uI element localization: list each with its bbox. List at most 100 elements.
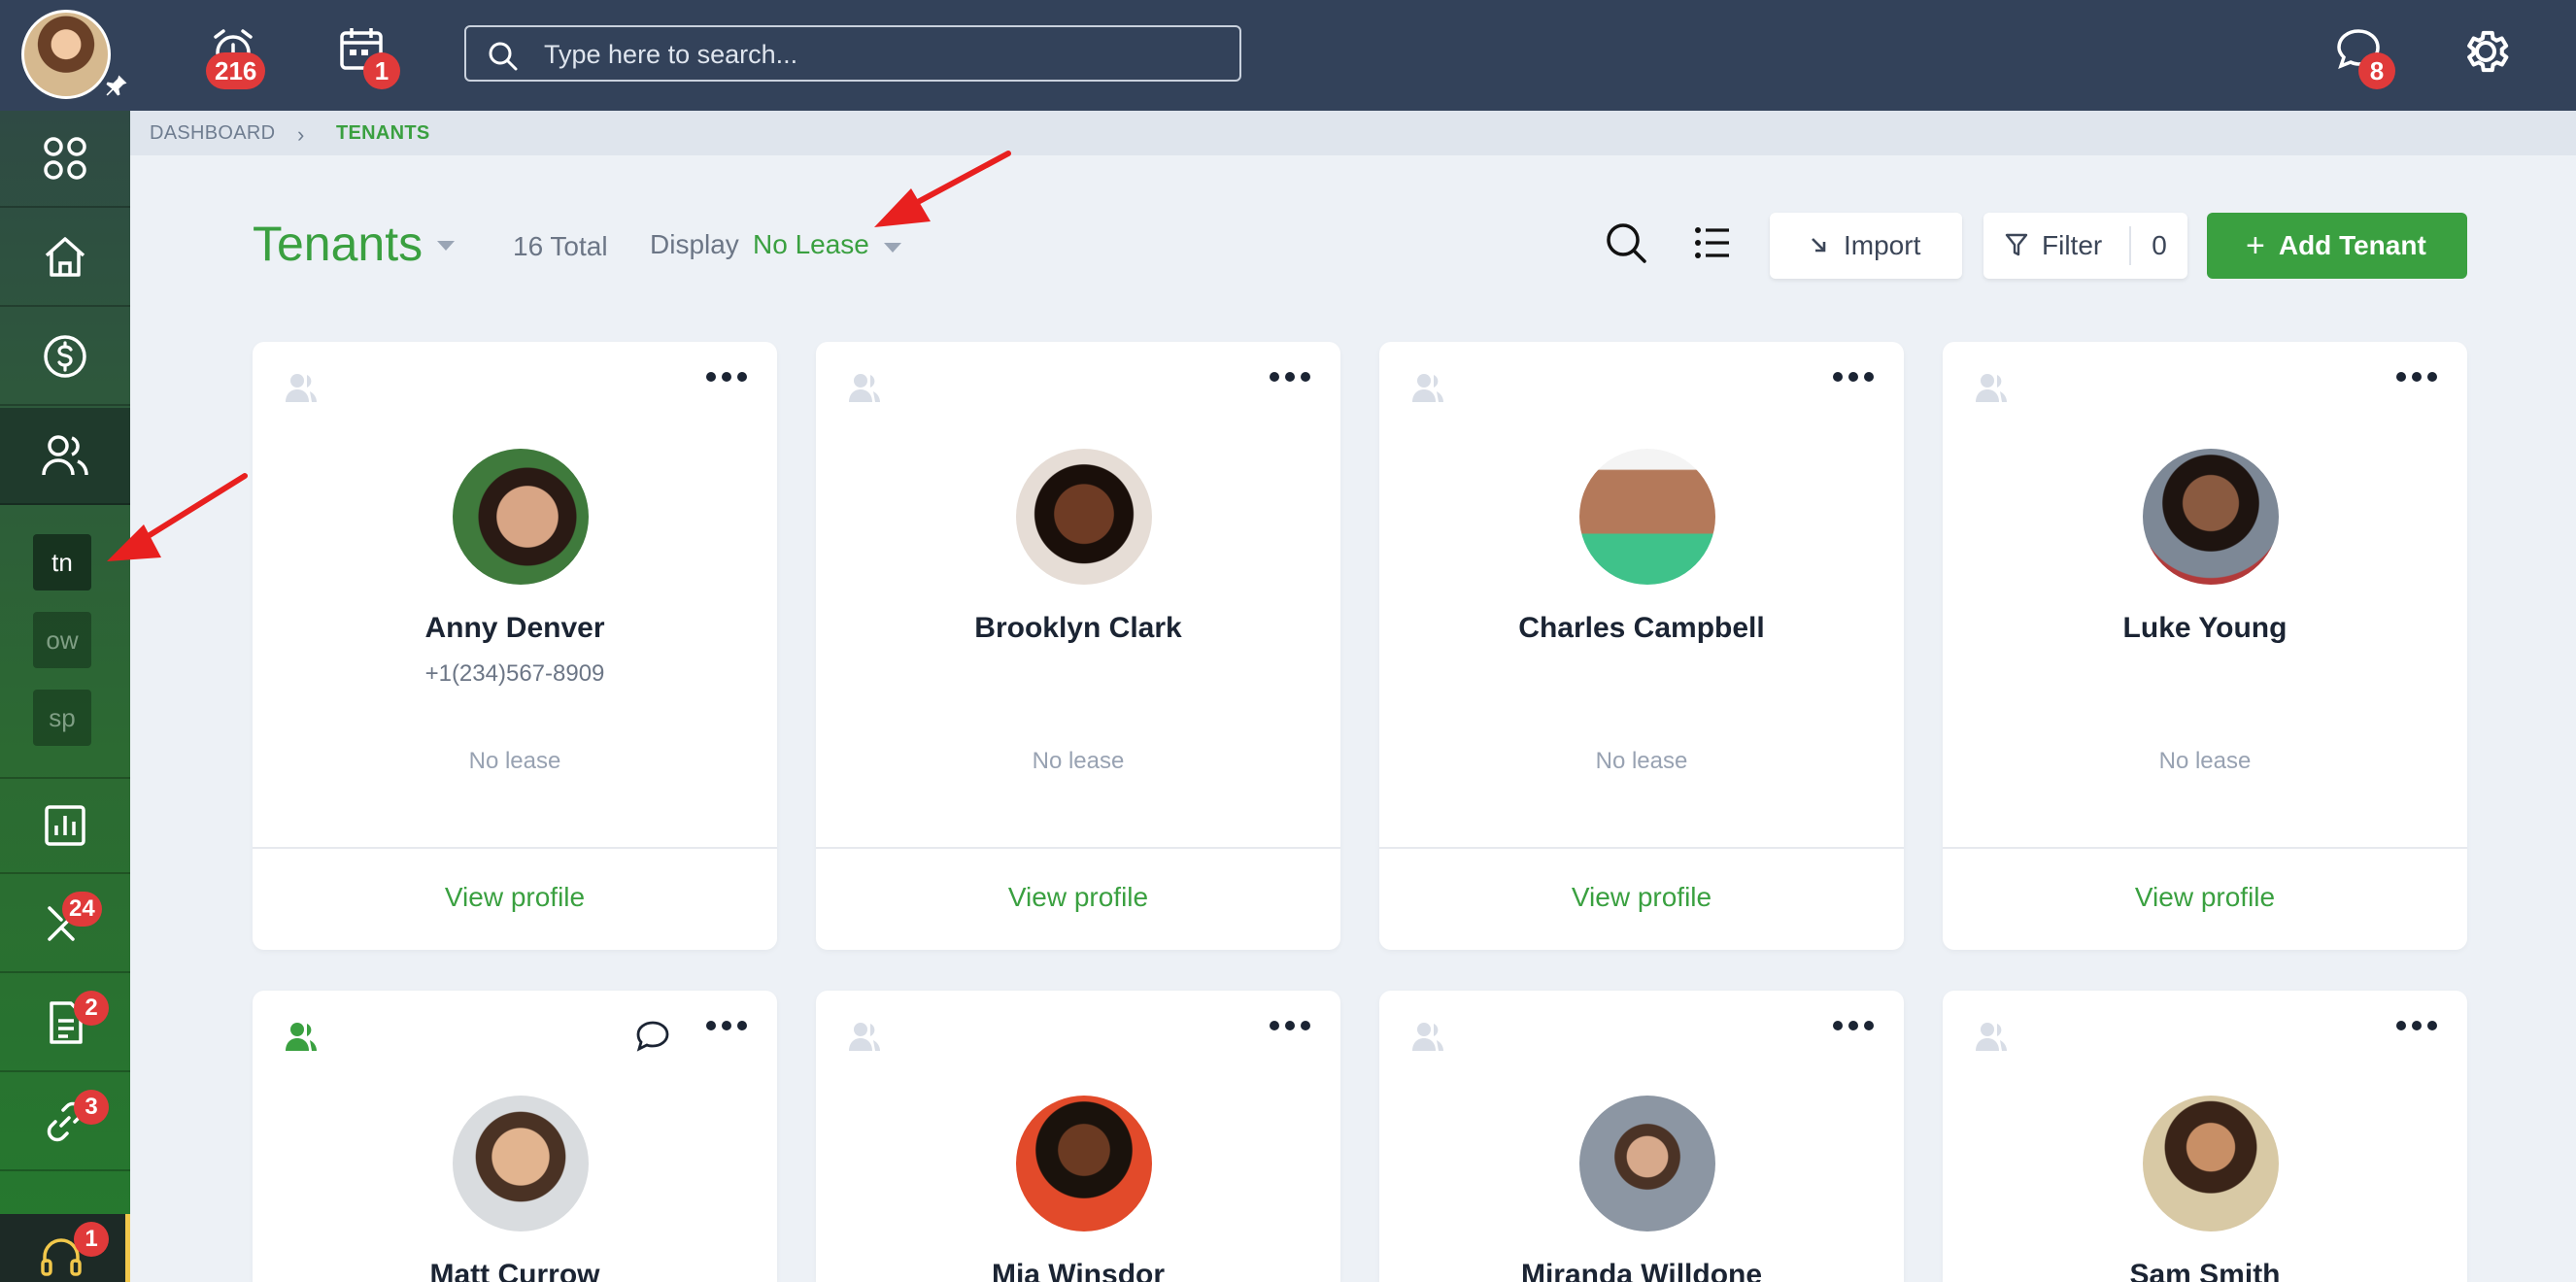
notifications-badge: 216 — [206, 52, 266, 89]
sidebar-item-finance[interactable] — [0, 309, 130, 406]
more-options-icon[interactable] — [1269, 1020, 1311, 1031]
lease-status: No lease — [1032, 748, 1125, 774]
view-profile-link[interactable]: View profile — [253, 882, 777, 913]
plus-icon: + — [2246, 226, 2265, 264]
tenant-name: Matt Currow — [429, 1259, 600, 1282]
chevron-right-icon: › — [297, 122, 305, 147]
tenant-photo — [453, 1096, 589, 1231]
people-icon — [42, 435, 88, 476]
tenant-photo — [2143, 1096, 2279, 1231]
documents-badge: 2 — [74, 991, 109, 1026]
page-title[interactable]: Tenants — [253, 216, 423, 272]
tenant-card[interactable]: Brooklyn Clark No lease View profile — [816, 342, 1340, 950]
display-dropdown[interactable]: No Lease — [753, 229, 869, 260]
search-box[interactable] — [464, 25, 1241, 82]
person-icon — [849, 374, 880, 402]
more-options-icon[interactable] — [1832, 1020, 1875, 1031]
lease-status: No lease — [2158, 748, 2252, 774]
display-caret-icon[interactable] — [884, 243, 901, 253]
tenant-card[interactable]: Anny Denver +1(234)567-8909 No lease Vie… — [253, 342, 777, 950]
tenant-photo — [1579, 449, 1715, 585]
import-label: Import — [1844, 230, 1921, 260]
view-profile-link[interactable]: View profile — [816, 882, 1340, 913]
tenant-photo — [1016, 449, 1152, 585]
gear-icon[interactable] — [2459, 25, 2512, 78]
tenant-card[interactable]: Charles Campbell No lease View profile — [1379, 342, 1904, 950]
chart-icon — [45, 805, 85, 846]
person-icon — [1412, 1023, 1443, 1051]
top-bar: 216 1 8 — [0, 0, 2576, 111]
tenant-phone: +1(234)567-8909 — [424, 660, 605, 687]
tenant-card[interactable]: Mia Winsdor — [816, 991, 1340, 1282]
person-icon — [1412, 374, 1443, 402]
sidebar-sub-service-pros[interactable]: sp — [33, 690, 91, 746]
sidebar-item-connections[interactable] — [0, 1074, 130, 1171]
display-label: Display — [650, 229, 739, 259]
annotation-arrow-icon — [107, 473, 248, 561]
messages-badge: 8 — [2358, 52, 2395, 89]
search-icon — [489, 42, 518, 71]
tenant-name: Luke Young — [2122, 612, 2288, 644]
more-options-icon[interactable] — [1832, 371, 1875, 383]
filter-icon — [2005, 233, 2028, 256]
list-view-icon[interactable] — [1694, 225, 1731, 260]
tenant-card[interactable]: Matt Currow — [253, 991, 777, 1282]
connections-badge: 3 — [74, 1090, 109, 1125]
sidebar-sub-tenants[interactable]: tn — [33, 534, 91, 590]
tenant-name: Sam Smith — [2129, 1259, 2281, 1282]
more-options-icon[interactable] — [705, 1020, 748, 1031]
tenant-photo — [453, 449, 589, 585]
dollar-icon — [44, 335, 86, 378]
support-button[interactable]: 1 — [0, 1214, 130, 1282]
divider — [816, 847, 1340, 849]
divider — [1379, 847, 1904, 849]
support-badge: 1 — [74, 1222, 109, 1257]
filter-button[interactable]: Filter 0 — [1983, 213, 2187, 279]
add-tenant-button[interactable]: + Add Tenant — [2207, 213, 2467, 279]
tenant-name: Mia Winsdor — [991, 1259, 1166, 1282]
sidebar-item-reports[interactable] — [0, 777, 130, 874]
sidebar: tn ow sp 24 2 3 — [0, 111, 130, 1282]
view-profile-link[interactable]: View profile — [1379, 882, 1904, 913]
person-icon — [849, 1023, 880, 1051]
tenant-name: Anny Denver — [424, 612, 605, 644]
tenant-photo — [1579, 1096, 1715, 1231]
more-options-icon[interactable] — [705, 371, 748, 383]
pin-icon[interactable] — [103, 72, 130, 99]
tenant-name: Charles Campbell — [1518, 612, 1765, 644]
person-icon — [1976, 1023, 2007, 1051]
person-icon — [286, 1023, 317, 1051]
annotation-arrow-icon — [874, 151, 1011, 227]
breadcrumb-dashboard[interactable]: DASHBOARD — [150, 122, 275, 145]
person-icon — [286, 374, 317, 402]
divider — [253, 847, 777, 849]
chat-bubble-icon[interactable] — [635, 1020, 670, 1053]
title-caret-icon[interactable] — [437, 241, 455, 251]
tenant-card[interactable]: Luke Young No lease View profile — [1943, 342, 2467, 950]
more-options-icon[interactable] — [2395, 371, 2438, 383]
view-profile-link[interactable]: View profile — [1943, 882, 2467, 913]
tenant-name: Brooklyn Clark — [974, 612, 1182, 644]
sidebar-item-documents[interactable] — [0, 975, 130, 1072]
filter-label: Filter — [2042, 230, 2103, 260]
tenant-card[interactable]: Sam Smith — [1943, 991, 2467, 1282]
import-icon — [1812, 238, 1826, 253]
tenant-card[interactable]: Miranda Willdone — [1379, 991, 1904, 1282]
sidebar-sub-owners[interactable]: ow — [33, 612, 91, 668]
search-icon[interactable] — [1605, 221, 1647, 264]
more-options-icon[interactable] — [1269, 371, 1311, 383]
home-icon — [45, 237, 85, 277]
sidebar-item-home[interactable] — [0, 210, 130, 307]
sidebar-item-maintenance[interactable] — [0, 876, 130, 973]
search-input[interactable] — [544, 35, 1224, 74]
total-count: 16 Total — [513, 231, 608, 261]
sidebar-item-apps[interactable] — [0, 111, 130, 208]
divider — [1943, 847, 2467, 849]
breadcrumb-tenants: TENANTS — [336, 122, 430, 144]
more-options-icon[interactable] — [2395, 1020, 2438, 1031]
maintenance-badge: 24 — [62, 892, 102, 927]
user-avatar[interactable] — [21, 10, 111, 99]
lease-status: No lease — [468, 748, 561, 774]
tenant-photo — [2143, 449, 2279, 585]
import-button[interactable]: Import — [1770, 213, 1962, 279]
